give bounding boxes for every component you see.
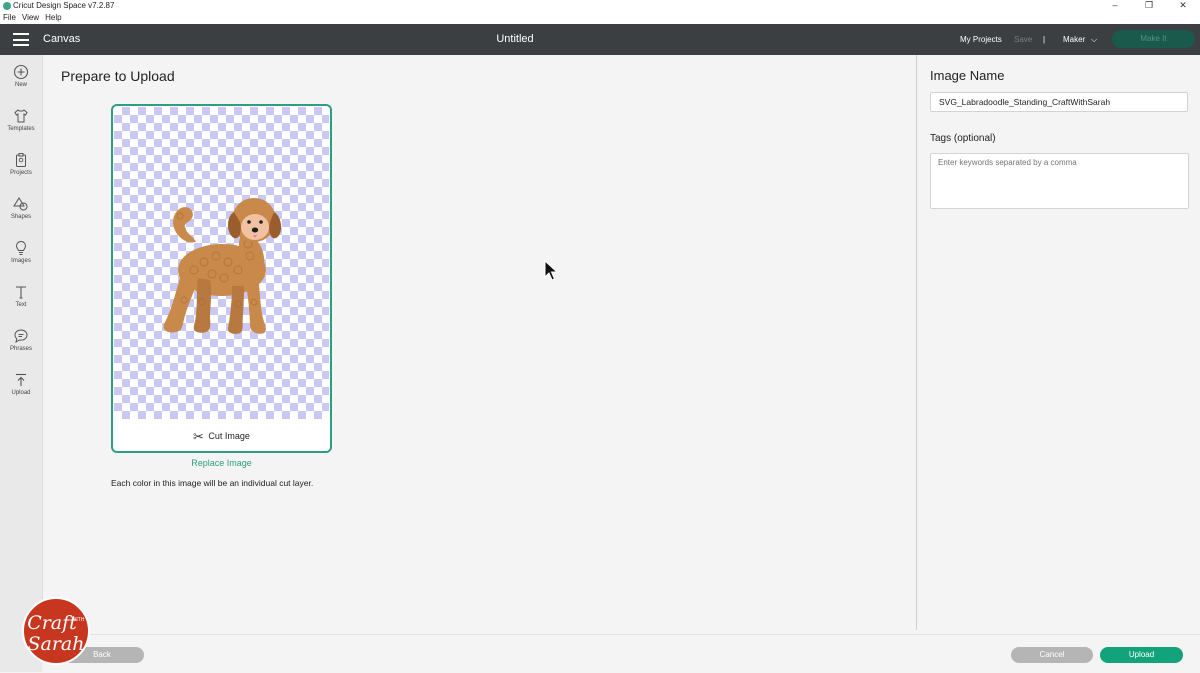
image-name-input[interactable] xyxy=(930,92,1188,112)
sidebar-item-label: Projects xyxy=(10,170,32,176)
watermark-line3: Sarah xyxy=(28,633,85,655)
watermark-line1: Craft xyxy=(27,612,77,634)
cut-image-label: Cut Image xyxy=(208,431,250,441)
scissors-icon: ✂ xyxy=(193,428,204,444)
sidebar-item-projects[interactable]: Projects xyxy=(0,146,42,186)
plus-circle-icon xyxy=(13,64,29,80)
menu-view[interactable]: View xyxy=(22,12,39,24)
make-it-button[interactable]: Make It xyxy=(1112,30,1195,48)
window-controls: – ❐ ✕ xyxy=(1098,0,1200,12)
save-button[interactable]: Save xyxy=(1014,24,1032,55)
sidebar-item-label: Templates xyxy=(7,126,35,132)
cancel-button[interactable]: Cancel xyxy=(1011,647,1093,663)
window-title: Cricut Design Space v7.2.87 xyxy=(13,1,115,10)
clipboard-icon xyxy=(16,153,26,167)
lightbulb-icon xyxy=(15,240,27,255)
watermark-line2: WITH xyxy=(72,617,85,623)
sidebar-item-phrases[interactable]: Phrases xyxy=(0,322,42,362)
mouse-cursor-icon xyxy=(544,260,558,281)
sidebar-item-new[interactable]: New xyxy=(0,58,42,98)
speech-bubble-icon xyxy=(14,329,28,344)
tags-input[interactable] xyxy=(930,153,1189,209)
transparency-checkerboard xyxy=(114,107,329,419)
upload-icon xyxy=(16,373,26,386)
shirt-icon xyxy=(14,109,28,123)
menu-file[interactable]: File xyxy=(3,12,16,24)
upload-button[interactable]: Upload xyxy=(1100,647,1183,663)
sidebar-item-upload[interactable]: Upload xyxy=(0,366,42,406)
sidebar-item-label: Upload xyxy=(11,390,31,396)
close-icon[interactable]: ✕ xyxy=(1166,0,1200,12)
minimize-icon[interactable]: – xyxy=(1098,0,1132,12)
image-preview-card: ✂ Cut Image xyxy=(111,104,332,453)
header-divider: | xyxy=(1043,35,1046,44)
cut-image-option[interactable]: ✂ Cut Image xyxy=(113,422,330,451)
restore-icon[interactable]: ❐ xyxy=(1132,0,1166,12)
machine-select[interactable]: Maker xyxy=(1063,24,1085,55)
shapes-icon xyxy=(13,197,28,211)
app-header: Canvas Untitled My Projects Save | Maker… xyxy=(0,24,1200,55)
app-logo-icon xyxy=(3,2,11,10)
image-name-title: Image Name xyxy=(930,68,1005,83)
replace-image-link[interactable]: Replace Image xyxy=(111,458,332,468)
labradoodle-image xyxy=(163,198,282,334)
chevron-down-icon[interactable]: ⌵ xyxy=(1091,24,1097,55)
document-title: Untitled xyxy=(496,33,534,45)
sidebar-item-shapes[interactable]: Shapes xyxy=(0,190,42,230)
craft-with-sarah-logo: Craft WITH Sarah xyxy=(22,597,90,665)
sidebar-item-label: Images xyxy=(11,258,31,264)
sidebar-item-label: Phrases xyxy=(9,346,32,352)
sidebar-item-templates[interactable]: Templates xyxy=(0,102,42,142)
left-sidebar: New Templates Projects Shapes Images Tex… xyxy=(0,55,43,672)
page-title: Prepare to Upload xyxy=(61,68,175,84)
sidebar-item-label: Text xyxy=(15,302,27,308)
menu-help[interactable]: Help xyxy=(45,12,61,24)
window-title-bar: Cricut Design Space v7.2.87 – ❐ ✕ xyxy=(0,0,1200,12)
sidebar-item-label: Shapes xyxy=(10,214,32,220)
my-projects-link[interactable]: My Projects xyxy=(960,24,1002,55)
sidebar-item-text[interactable]: Text xyxy=(0,278,42,318)
cut-layer-note: Each color in this image will be an indi… xyxy=(111,478,314,488)
sidebar-item-label: New xyxy=(14,82,27,88)
text-icon xyxy=(16,286,26,299)
menu-bar: File View Help xyxy=(0,12,1200,24)
sidebar-item-images[interactable]: Images xyxy=(0,234,42,274)
tags-label: Tags (optional) xyxy=(930,133,996,144)
